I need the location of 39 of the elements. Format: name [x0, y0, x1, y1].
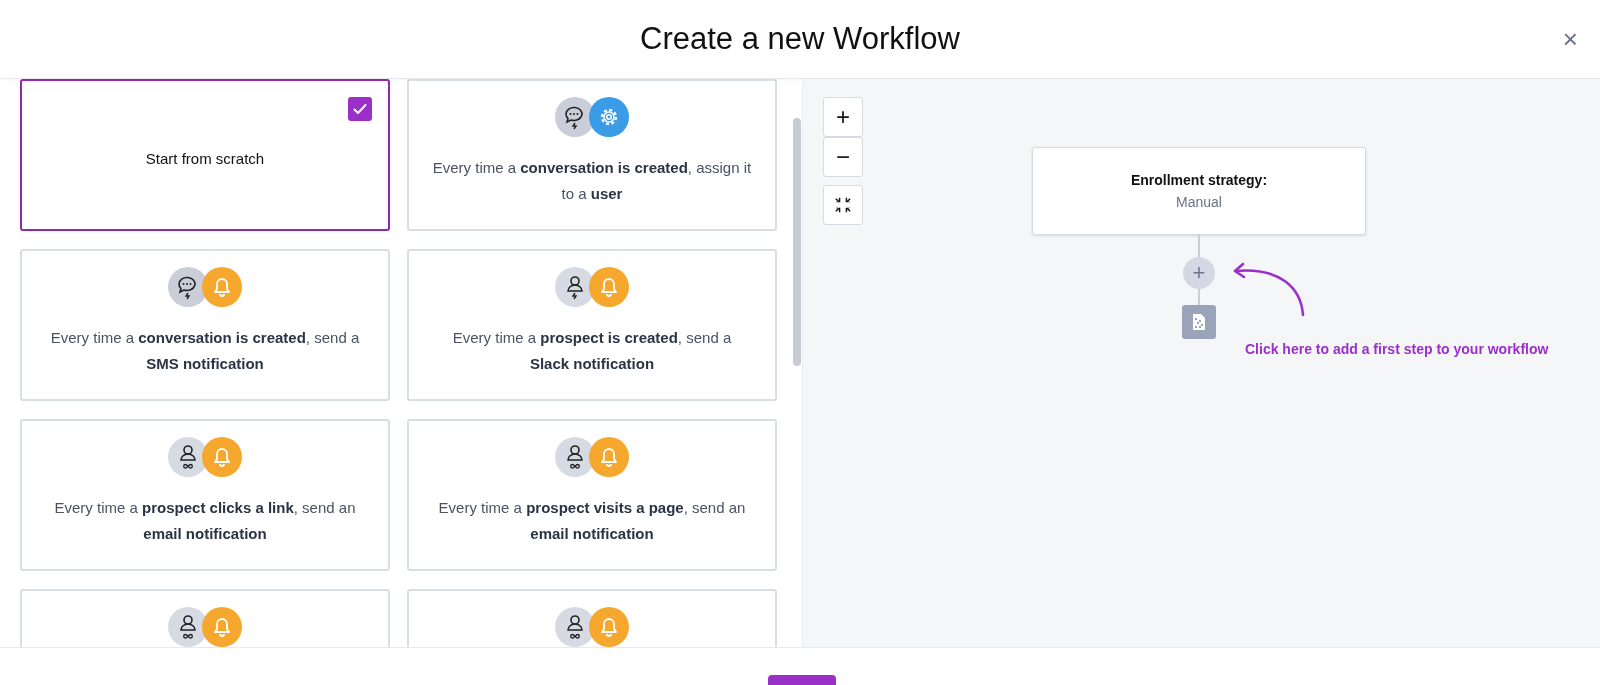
template-description: Every time a conversation is created, assign it to a user [431, 158, 753, 204]
workflow-node[interactable]: Enrollment strategy: Manual [1032, 147, 1366, 235]
node-value: Manual [1176, 194, 1222, 210]
person-icon [555, 607, 595, 647]
collapse-arrows-icon [834, 196, 852, 214]
template-card[interactable]: Every time a conversation is created, send a SMS notification [20, 249, 390, 401]
node-title: Enrollment strategy: [1130, 172, 1268, 188]
bell-icon [202, 607, 242, 647]
bell-icon [589, 437, 629, 477]
person-icon [555, 267, 595, 307]
template-description: Every time a prospect clicks a link, send an email notification [53, 498, 357, 544]
template-description: Every time a prospect visits a page, send an email notification [437, 498, 747, 544]
template-card[interactable]: Every time a prospect clicks a link, send an email notification [20, 419, 390, 571]
checkbox-checked-icon[interactable] [348, 97, 372, 121]
bell-icon [589, 607, 629, 647]
dialog-title: Create a new Workflow [640, 21, 960, 57]
gear-icon [589, 97, 629, 137]
person-icon [168, 607, 208, 647]
bell-icon [202, 267, 242, 307]
bell-icon [589, 267, 629, 307]
hint-text: Click here to add a first step to your workflow [1245, 341, 1549, 357]
card-label: Start from scratch [145, 149, 265, 167]
template-description: Every time a conversation is created, send a SMS notification [49, 328, 361, 374]
template-card[interactable]: Start from scratch [20, 79, 390, 231]
person-icon [168, 437, 208, 477]
template-description: Every time a prospect is created, send a Slack notification [451, 328, 733, 374]
zoom-in-button[interactable]: + [823, 97, 863, 137]
bell-icon [202, 437, 242, 477]
template-card[interactable]: Every time a prospect is created, send a Slack notification [407, 249, 777, 401]
scrollbar[interactable] [793, 118, 801, 366]
zoom-out-button[interactable]: − [823, 137, 863, 177]
fit-view-button[interactable] [823, 185, 863, 225]
template-card[interactable]: Every time a conversation is created, assign it to a user [407, 79, 777, 231]
chat-bubble-icon [555, 97, 595, 137]
template-card[interactable]: Every time a prospect visits a page, send an email notification [407, 419, 777, 571]
end-node-icon [1182, 305, 1216, 339]
person-icon [555, 437, 595, 477]
close-button[interactable]: × [1558, 26, 1582, 52]
chat-bubble-icon [168, 267, 208, 307]
